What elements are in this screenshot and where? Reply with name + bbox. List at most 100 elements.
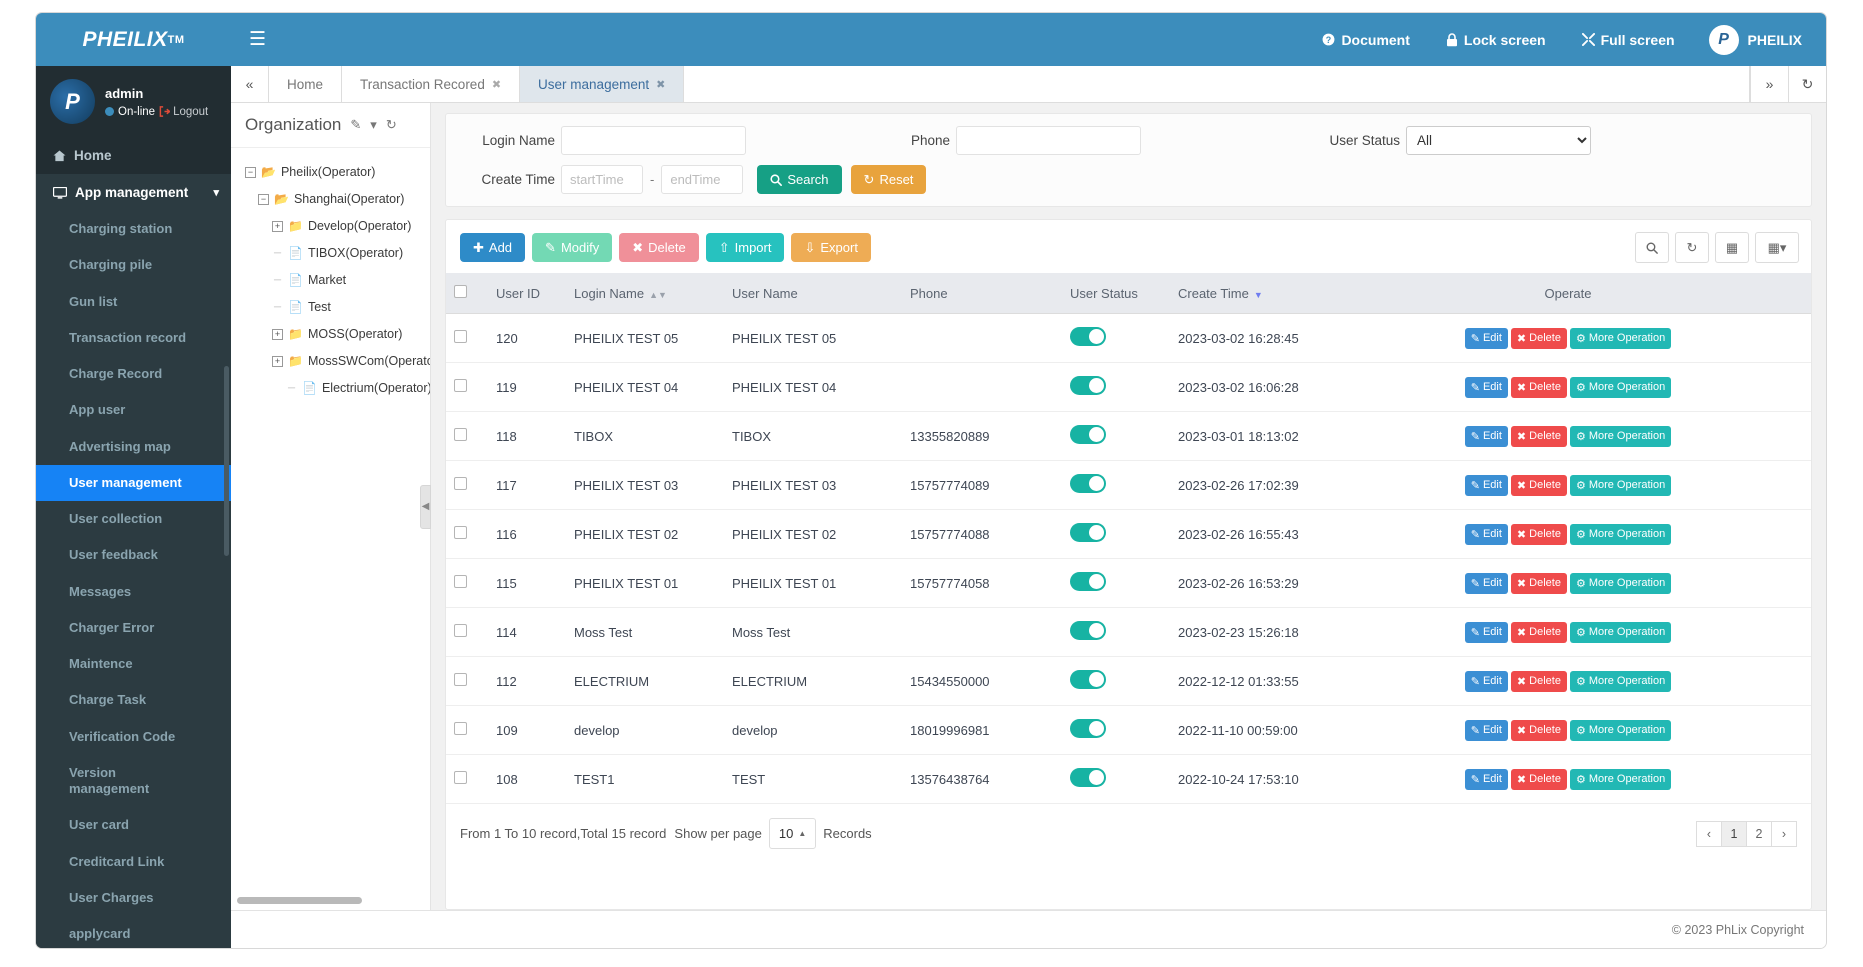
sidebar-item-verification-code[interactable]: Verification Code [36, 719, 231, 755]
more-operation-button[interactable]: ⚙ More Operation [1569, 719, 1672, 741]
organization-collapse-handle[interactable]: ◀ [420, 484, 431, 529]
row-checkbox[interactable] [454, 428, 467, 441]
status-toggle[interactable] [1070, 621, 1106, 640]
tree-node[interactable]: + 📁 Develop(Operator) [241, 216, 430, 236]
tree-node[interactable]: ─ 📄 Electrium(Operator) [241, 378, 430, 398]
more-operation-button[interactable]: ⚙ More Operation [1569, 768, 1672, 790]
edit-button[interactable]: ✎ Edit [1464, 670, 1508, 692]
start-time-input[interactable] [561, 165, 643, 194]
sidebar-section-app-management[interactable]: App management ▾ Charging station Chargi… [36, 174, 231, 948]
close-icon[interactable]: ✖ [492, 78, 501, 91]
delete-button[interactable]: ✖ Delete [1510, 425, 1567, 447]
col-user-status[interactable]: User Status [1062, 273, 1170, 314]
sidebar-item-transaction-record[interactable]: Transaction record [36, 320, 231, 356]
modify-button[interactable]: ✎ Modify [532, 233, 613, 262]
delete-button[interactable]: ✖ Delete [1510, 523, 1567, 545]
edit-button[interactable]: ✎ Edit [1464, 327, 1508, 349]
sidebar-item-version-management[interactable]: Version management [36, 755, 149, 808]
edit-button[interactable]: ✎ Edit [1464, 474, 1508, 496]
sort-both-icon[interactable]: ▲▼ [649, 290, 667, 300]
table-row[interactable]: 108 TEST1 TEST 13576438764 2022-10-24 17… [446, 754, 1811, 804]
sidebar-item-charge-record[interactable]: Charge Record [36, 356, 231, 392]
phone-input[interactable] [956, 126, 1141, 155]
brand-logo[interactable]: PHEILIX TM [36, 13, 231, 66]
status-toggle[interactable] [1070, 719, 1106, 738]
delete-button[interactable]: ✖ Delete [1510, 621, 1567, 643]
row-checkbox[interactable] [454, 330, 467, 343]
per-page-select[interactable]: 10 ▲ [768, 818, 817, 849]
logout-button[interactable]: Logout [159, 106, 208, 118]
more-operation-button[interactable]: ⚙ More Operation [1569, 621, 1672, 643]
sidebar-item-maintence[interactable]: Maintence [36, 646, 231, 682]
table-row[interactable]: 118 TIBOX TIBOX 13355820889 2023-03-01 1… [446, 411, 1811, 461]
table-row[interactable]: 119 PHEILIX TEST 04 PHEILIX TEST 04 2023… [446, 362, 1811, 412]
tree-toggle-minus-icon[interactable]: − [258, 193, 269, 205]
tree-node[interactable]: ─ 📄 Test [241, 297, 430, 317]
edit-button[interactable]: ✎ Edit [1464, 719, 1508, 741]
delete-button[interactable]: ✖ Delete [1510, 719, 1567, 741]
edit-button[interactable]: ✎ Edit [1464, 768, 1508, 790]
page-1-button[interactable]: 1 [1721, 820, 1747, 847]
table-row[interactable]: 112 ELECTRIUM ELECTRIUM 15434550000 2022… [446, 656, 1811, 706]
status-toggle[interactable] [1070, 572, 1106, 591]
import-button[interactable]: ⇧ Import [705, 233, 785, 262]
col-create-time[interactable]: Create Time ▼ [1170, 273, 1325, 314]
status-toggle[interactable] [1070, 523, 1106, 542]
chevron-double-right-icon[interactable]: » [1750, 66, 1788, 102]
tab-refresh-icon[interactable]: ↻ [1788, 66, 1826, 102]
status-toggle[interactable] [1070, 768, 1106, 787]
tab-transaction-recored[interactable]: Transaction Recored ✖ [342, 66, 521, 102]
col-user-name[interactable]: User Name [724, 273, 902, 314]
tree-node[interactable]: − 📂 Pheilix(Operator) [241, 162, 430, 182]
status-toggle[interactable] [1070, 376, 1106, 395]
table-row[interactable]: 116 PHEILIX TEST 02 PHEILIX TEST 02 1575… [446, 509, 1811, 559]
login-name-input[interactable] [561, 126, 746, 155]
table-row[interactable]: 115 PHEILIX TEST 01 PHEILIX TEST 01 1575… [446, 558, 1811, 608]
sidebar-item-user-charges[interactable]: User Charges [36, 880, 231, 916]
add-button[interactable]: ✚ Add [460, 233, 526, 262]
edit-button[interactable]: ✎ Edit [1464, 425, 1508, 447]
page-2-button[interactable]: 2 [1746, 820, 1772, 847]
tab-user-management[interactable]: User management ✖ [520, 66, 685, 102]
more-operation-button[interactable]: ⚙ More Operation [1569, 670, 1672, 692]
sidebar-item-advertising-map[interactable]: Advertising map [36, 429, 231, 465]
lock-screen-button[interactable]: Lock screen [1428, 13, 1564, 66]
table-row[interactable]: 117 PHEILIX TEST 03 PHEILIX TEST 03 1575… [446, 460, 1811, 510]
sidebar-item-gun-list[interactable]: Gun list [36, 284, 231, 320]
reset-button[interactable]: ↻ Reset [850, 165, 927, 194]
table-search-icon[interactable] [1635, 232, 1669, 263]
more-operation-button[interactable]: ⚙ More Operation [1569, 425, 1672, 447]
hamburger-icon[interactable]: ☰ [231, 13, 284, 66]
sidebar-item-charging-station[interactable]: Charging station [36, 211, 231, 247]
row-checkbox[interactable] [454, 673, 467, 686]
more-operation-button[interactable]: ⚙ More Operation [1569, 523, 1672, 545]
col-phone[interactable]: Phone [902, 273, 1062, 314]
col-login-name[interactable]: Login Name ▲▼ [566, 273, 724, 314]
tab-home[interactable]: Home [269, 66, 343, 102]
row-checkbox[interactable] [454, 575, 467, 588]
sidebar-item-app-user[interactable]: App user [36, 392, 231, 428]
table-refresh-icon[interactable]: ↻ [1675, 232, 1709, 263]
sidebar-item-home[interactable]: Home [36, 137, 231, 174]
delete-button[interactable]: ✖ Delete [1510, 572, 1567, 594]
close-icon[interactable]: ✖ [656, 78, 665, 91]
sidebar-scrollbar[interactable] [224, 366, 229, 556]
edit-button[interactable]: ✎ Edit [1464, 523, 1508, 545]
status-toggle[interactable] [1070, 670, 1106, 689]
table-row[interactable]: 109 develop develop 18019996981 2022-11-… [446, 705, 1811, 755]
delete-button[interactable]: ✖ Delete [1510, 327, 1567, 349]
sidebar-item-messages[interactable]: Messages [36, 574, 231, 610]
tree-toggle-plus-icon[interactable]: + [272, 355, 283, 367]
status-toggle[interactable] [1070, 425, 1106, 444]
row-checkbox[interactable] [454, 624, 467, 637]
more-operation-button[interactable]: ⚙ More Operation [1569, 376, 1672, 398]
col-user-id[interactable]: User ID [488, 273, 566, 314]
edit-icon[interactable]: ✎ [350, 117, 361, 133]
sidebar-item-charging-pile[interactable]: Charging pile [36, 247, 231, 283]
more-operation-button[interactable]: ⚙ More Operation [1569, 474, 1672, 496]
sort-desc-icon[interactable]: ▼ [1254, 290, 1263, 300]
table-list-view-icon[interactable]: ▦ [1715, 232, 1749, 263]
row-checkbox[interactable] [454, 771, 467, 784]
row-checkbox[interactable] [454, 526, 467, 539]
tree-node[interactable]: + 📁 MOSS(Operator) [241, 324, 430, 344]
